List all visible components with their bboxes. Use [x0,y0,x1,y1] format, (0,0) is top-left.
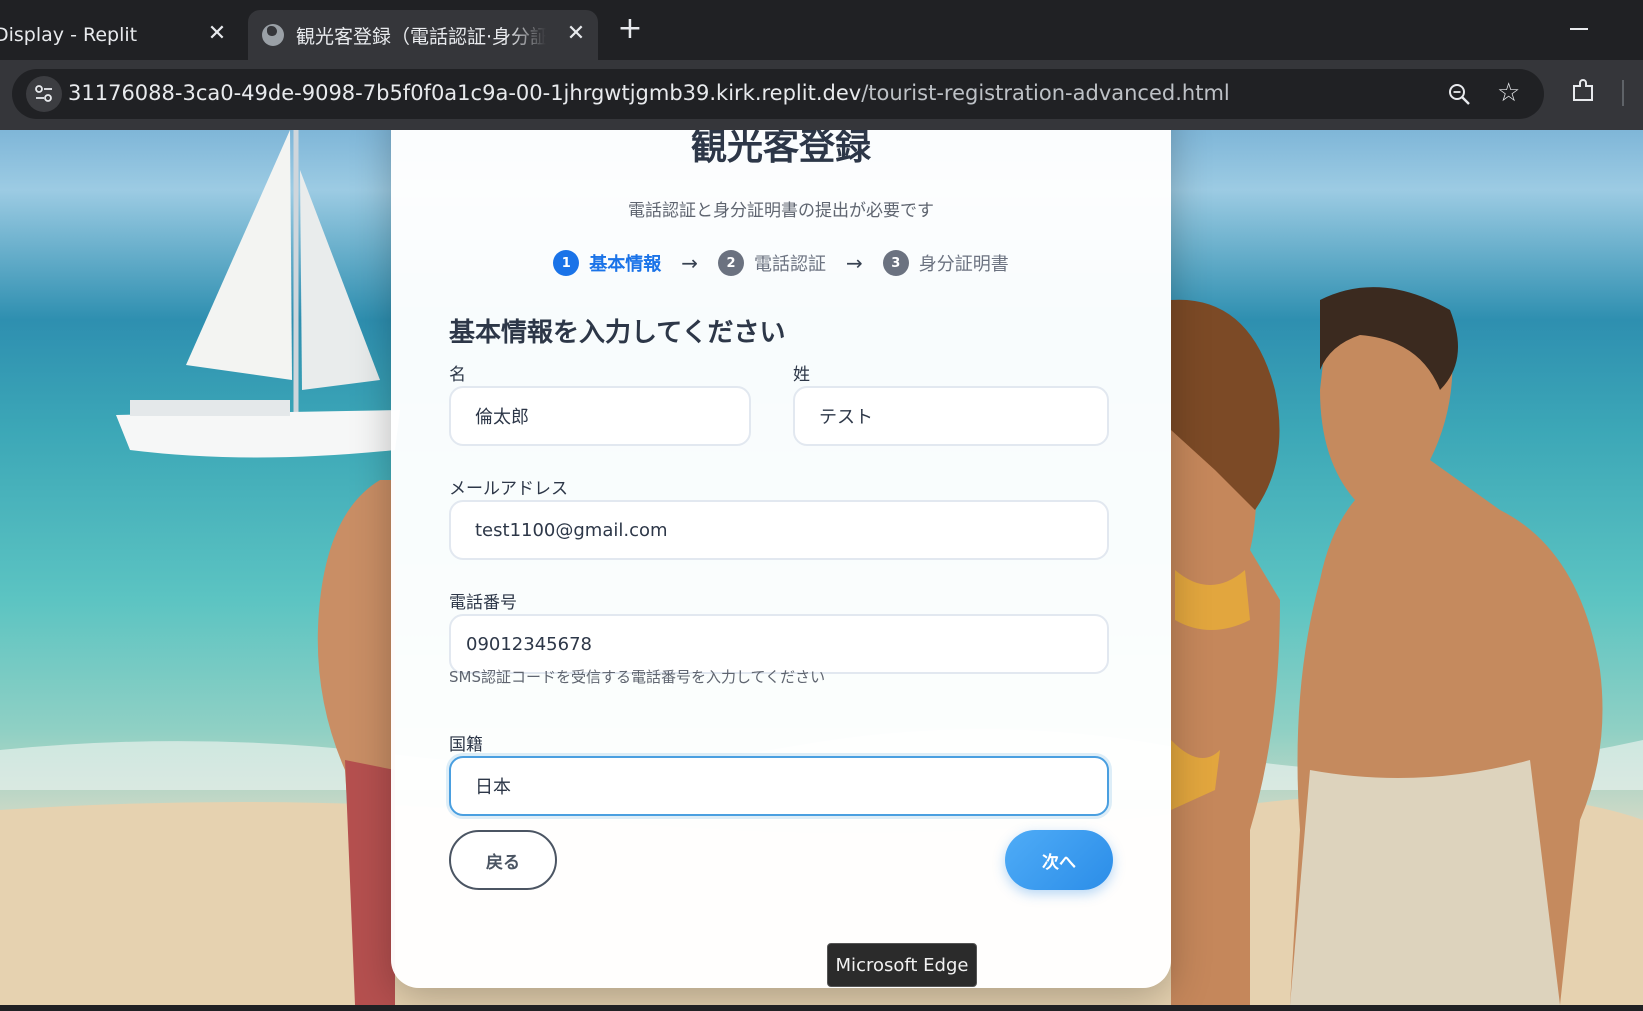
nationality-label: 国籍 [449,735,483,755]
star-icon[interactable]: ☆ [1497,80,1520,106]
section-title: 基本情報を入力してください [449,318,786,348]
tab-display-replit[interactable]: Display - Replit ✕ [0,10,245,60]
globe-icon [262,24,284,46]
toolbar-divider [1622,80,1624,106]
tooltip: Microsoft Edge [827,943,977,987]
sailboat-graphic [116,130,400,458]
last-name-input[interactable] [793,386,1109,446]
step-arrow-icon: → [846,251,863,275]
tab-title: 観光客登録（電話認証·身分証明書） [296,25,546,48]
phone-label: 電話番号 [449,593,517,613]
step-number: 2 [718,250,744,276]
step-basic-info: 1 基本情報 [553,250,661,276]
close-icon[interactable]: ✕ [564,22,588,46]
site-info-icon[interactable] [26,76,62,112]
tab-tourist-registration[interactable]: 観光客登録（電話認証·身分証明書） ✕ [248,10,598,60]
step-label: 電話認証 [754,254,826,275]
nationality-input[interactable] [449,756,1109,816]
url-host: 31176088-3ca0-49de-9098-7b5f0f0a1c9a-00-… [68,81,862,105]
page-subtitle: 電話認証と身分証明書の提出が必要です [628,201,934,221]
registration-card: 観光客登録 電話認証と身分証明書の提出が必要です 1 基本情報 → 2 電話認証… [391,130,1171,988]
step-phone-verification: 2 電話認証 [718,250,826,276]
tab-strip: Display - Replit ✕ 観光客登録（電話認証·身分証明書） ✕ + [0,0,1643,60]
phone-help-text: SMS認証コードを受信する電話番号を入力してください [449,668,826,686]
close-icon[interactable]: ✕ [205,22,229,46]
step-number: 3 [882,250,909,276]
step-id-document: 3 身分証明書 [882,250,1009,276]
address-bar[interactable]: 31176088-3ca0-49de-9098-7b5f0f0a1c9a-00-… [12,69,1544,119]
back-button[interactable]: 戻る [449,830,557,890]
email-label: メールアドレス [449,479,568,499]
first-name-label: 名 [449,365,466,385]
first-name-input[interactable] [449,386,751,446]
last-name-label: 姓 [793,365,810,385]
step-label: 身分証明書 [918,254,1009,275]
new-tab-button[interactable]: + [614,14,646,46]
phone-input[interactable] [449,614,1109,674]
url-text[interactable]: 31176088-3ca0-49de-9098-7b5f0f0a1c9a-00-… [68,81,1230,105]
email-input[interactable] [449,500,1109,560]
step-arrow-icon: → [681,251,698,275]
window-bottom-edge [0,1005,1643,1011]
url-path: /tourist-registration-advanced.html [861,81,1230,105]
zoom-icon[interactable] [1447,82,1471,106]
next-button[interactable]: 次へ [1005,830,1113,890]
step-label: 基本情報 [589,254,662,275]
page-title: 観光客登録 [690,130,871,168]
step-indicator: 1 基本情報 → 2 電話認証 → 3 身分証明書 [391,250,1171,276]
minimize-button[interactable] [1570,28,1588,30]
extensions-icon[interactable] [1570,78,1596,104]
browser-toolbar: 31176088-3ca0-49de-9098-7b5f0f0a1c9a-00-… [0,60,1643,130]
tab-title: Display - Replit [0,24,138,46]
step-number: 1 [553,250,580,276]
page-viewport: 観光客登録 電話認証と身分証明書の提出が必要です 1 基本情報 → 2 電話認証… [0,130,1643,1005]
